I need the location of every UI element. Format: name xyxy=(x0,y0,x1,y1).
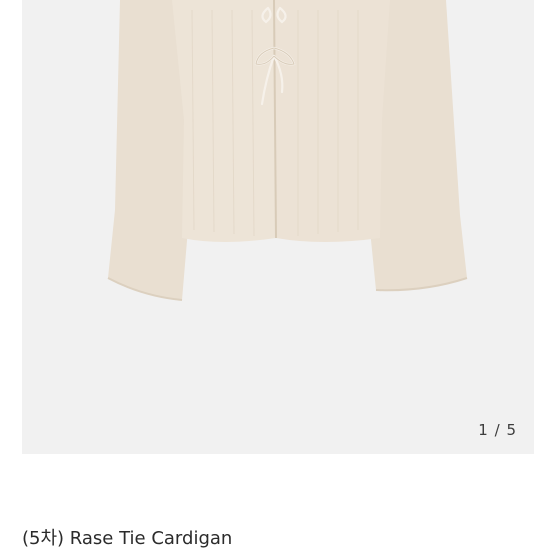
total-image-count: 5 xyxy=(506,421,517,439)
product-photo xyxy=(22,0,534,454)
image-page-indicator: 1 / 5 xyxy=(478,421,517,439)
product-detail-page: 1 / 5 (5차) Rase Tie Cardigan xyxy=(0,0,555,555)
page-separator: / xyxy=(494,421,501,439)
current-image-number: 1 xyxy=(478,421,489,439)
product-title: (5차) Rase Tie Cardigan xyxy=(22,528,233,549)
product-image-gallery[interactable]: 1 / 5 xyxy=(22,0,534,454)
